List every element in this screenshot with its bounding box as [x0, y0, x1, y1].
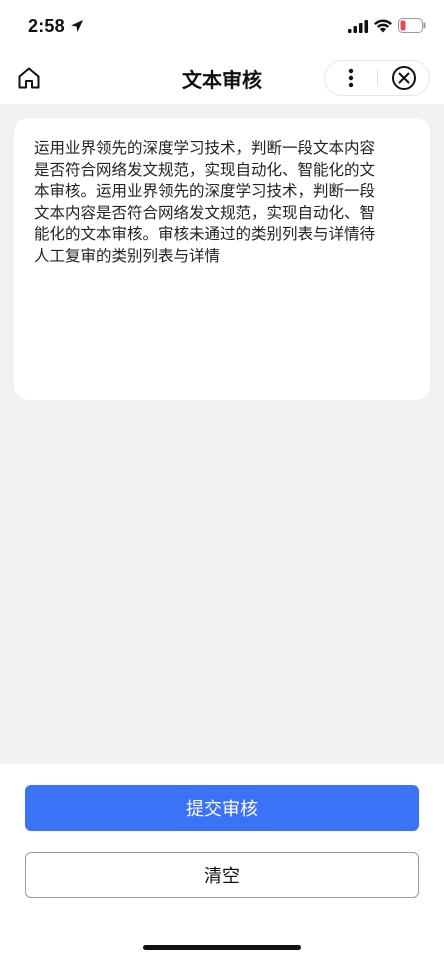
text-content[interactable]: 运用业界领先的深度学习技术，判断一段文本内容是否符合网络发文规范，实现自动化、智…: [34, 138, 384, 267]
submit-review-button[interactable]: 提交审核: [25, 785, 419, 831]
text-input-area[interactable]: 运用业界领先的深度学习技术，判断一段文本内容是否符合网络发文规范，实现自动化、智…: [14, 118, 430, 400]
home-indicator: [143, 945, 301, 950]
bottom-action-panel: 提交审核 清空: [0, 764, 444, 960]
clear-button[interactable]: 清空: [25, 852, 419, 898]
status-time: 2:58: [28, 16, 65, 36]
cellular-signal-icon: [348, 20, 368, 33]
mini-program-capsule: [324, 60, 430, 96]
more-vertical-icon: [348, 68, 354, 88]
nav-bar: 文本审核: [0, 52, 444, 104]
status-bar: 2:58: [0, 0, 444, 52]
location-arrow-icon: [71, 20, 83, 32]
battery-low-icon: [398, 18, 426, 33]
close-button[interactable]: [378, 61, 430, 95]
more-button[interactable]: [325, 61, 377, 95]
wifi-icon: [374, 19, 392, 33]
close-circle-icon: [392, 66, 416, 90]
